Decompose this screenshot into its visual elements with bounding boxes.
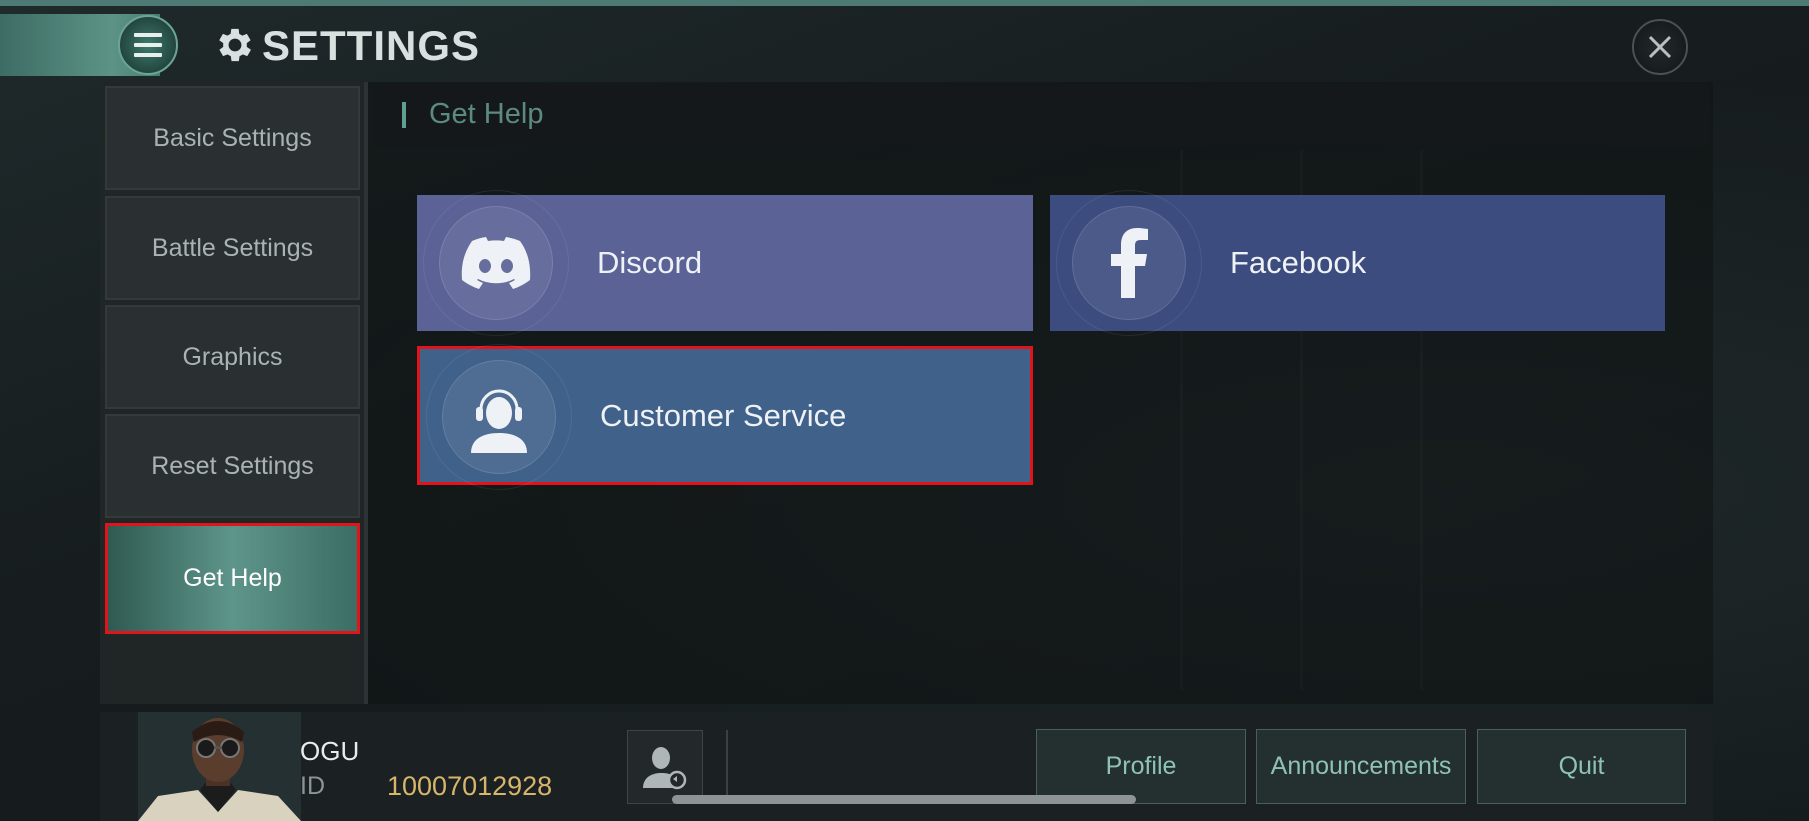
profile-button[interactable]: Profile: [1036, 729, 1246, 804]
sidebar-item-get-help[interactable]: Get Help: [105, 523, 360, 634]
sidebar-item-basic-settings[interactable]: Basic Settings: [105, 86, 360, 190]
player-portrait: [138, 712, 301, 821]
section-header: Get Help: [372, 84, 1710, 146]
close-button[interactable]: [1632, 19, 1688, 75]
headset-user-icon: [471, 389, 527, 453]
icon-circle: [439, 206, 553, 320]
hamburger-icon: [134, 30, 162, 60]
announcements-button[interactable]: Announcements: [1256, 729, 1466, 804]
top-accent-stripe: [0, 0, 1809, 6]
quit-button[interactable]: Quit: [1477, 729, 1686, 804]
divider: [726, 730, 728, 804]
icon-circle: [1072, 206, 1186, 320]
discord-label: Discord: [597, 245, 703, 280]
sidebar-item-graphics[interactable]: Graphics: [105, 305, 360, 409]
facebook-label: Facebook: [1230, 245, 1367, 280]
page-title: SETTINGS: [262, 22, 481, 69]
section-title: Get Help: [429, 98, 544, 130]
player-name: OGU: [300, 736, 360, 766]
icon-circle: [442, 360, 556, 474]
player-id-value: 10007012928: [387, 771, 553, 801]
section-marker: [402, 102, 406, 128]
gear-icon: [219, 28, 251, 62]
sidebar-item-reset-settings[interactable]: Reset Settings: [105, 414, 360, 518]
switch-user-icon: [643, 747, 687, 790]
facebook-icon: [1111, 228, 1148, 298]
discord-icon: [461, 237, 531, 289]
sidebar-item-battle-settings[interactable]: Battle Settings: [105, 196, 360, 300]
customer-service-label: Customer Service: [600, 397, 847, 433]
switch-account-button[interactable]: [627, 730, 703, 804]
close-icon: [1648, 35, 1672, 59]
discord-button[interactable]: Discord: [417, 190, 1033, 336]
menu-button[interactable]: [118, 15, 178, 75]
facebook-button[interactable]: Facebook: [1050, 190, 1665, 336]
player-id-label: ID: [300, 772, 325, 800]
avatar[interactable]: [138, 712, 301, 821]
customer-service-button[interactable]: Customer Service: [417, 344, 1033, 490]
home-indicator[interactable]: [672, 795, 1136, 804]
